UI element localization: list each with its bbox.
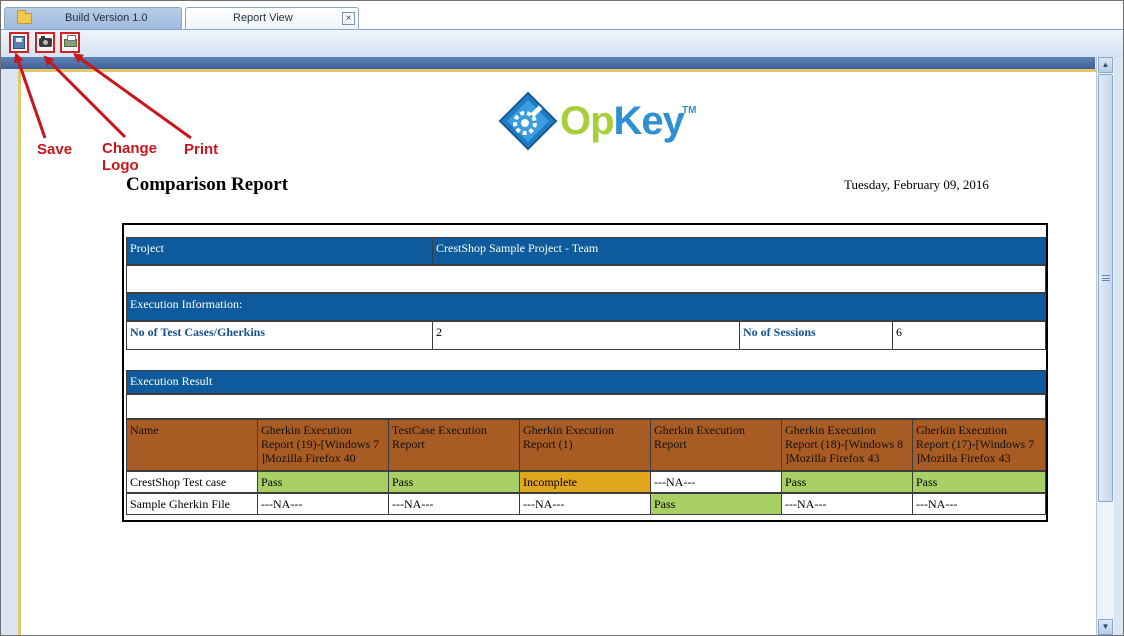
column-header: Gherkin Execution Report bbox=[650, 419, 782, 471]
tab-report-view[interactable]: Report View × bbox=[185, 7, 359, 29]
change-logo-annotation: Change Logo bbox=[102, 140, 157, 174]
result-header-row: Name Gherkin Execution Report (19)-[Wind… bbox=[126, 419, 1046, 471]
result-cell: ---NA--- bbox=[388, 493, 520, 515]
floppy-disk-icon bbox=[13, 36, 25, 49]
result-cell: Incomplete bbox=[519, 471, 651, 493]
change-logo-annotation-line2: Logo bbox=[102, 157, 139, 174]
scrollbar-thumb[interactable] bbox=[1098, 74, 1113, 502]
logo-trademark: TM bbox=[682, 105, 697, 116]
execution-info-row: Execution Information: bbox=[126, 293, 1046, 321]
opkey-logo: OpKey TM bbox=[498, 91, 708, 155]
column-header: Name bbox=[126, 419, 258, 471]
change-logo-annotation-line1: Change bbox=[102, 140, 158, 157]
logo-wordmark: OpKey bbox=[560, 99, 685, 143]
sessions-value: 6 bbox=[892, 321, 1046, 350]
sessions-label: No of Sessions bbox=[739, 321, 893, 350]
column-header: Gherkin Execution Report (17)-[Windows 7… bbox=[912, 419, 1046, 471]
column-header: Gherkin Execution Report (1) bbox=[519, 419, 651, 471]
scroll-down-icon[interactable]: ▼ bbox=[1098, 619, 1113, 635]
change-logo-button[interactable] bbox=[35, 32, 55, 53]
execution-result-label: Execution Result bbox=[126, 370, 1046, 394]
test-cases-value: 2 bbox=[432, 321, 740, 350]
result-cell: ---NA--- bbox=[519, 493, 651, 515]
tab-build-version[interactable]: Build Version 1.0 bbox=[4, 7, 182, 29]
execution-info-label: Execution Information: bbox=[126, 293, 1046, 321]
save-annotation: Save bbox=[37, 141, 73, 158]
gear-key-icon bbox=[498, 91, 558, 151]
result-cell: Pass bbox=[912, 471, 1046, 493]
column-header: Gherkin Execution Report (19)-[Windows 7… bbox=[257, 419, 389, 471]
result-cell: ---NA--- bbox=[781, 493, 913, 515]
print-button[interactable] bbox=[60, 32, 80, 53]
tab-report-view-label: Report View bbox=[233, 12, 293, 24]
spacer-row bbox=[126, 265, 1046, 293]
comparison-report-table: Project CrestShop Sample Project - Team … bbox=[122, 223, 1048, 522]
table-row: Sample Gherkin File ---NA--- ---NA--- --… bbox=[126, 493, 1046, 515]
test-cases-label: No of Test Cases/Gherkins bbox=[126, 321, 433, 350]
column-header: TestCase Execution Report bbox=[388, 419, 520, 471]
result-cell: CrestShop Test case bbox=[126, 471, 258, 493]
result-cell: ---NA--- bbox=[257, 493, 389, 515]
result-cell: Pass bbox=[781, 471, 913, 493]
project-value: CrestShop Sample Project - Team bbox=[432, 237, 1046, 265]
table-row: CrestShop Test case Pass Pass Incomplete… bbox=[126, 471, 1046, 493]
vertical-scrollbar[interactable]: ▲ ▼ bbox=[1096, 57, 1114, 635]
scrollbar-grip-icon bbox=[1102, 275, 1110, 281]
project-row: Project CrestShop Sample Project - Team bbox=[126, 237, 1046, 265]
tab-bar: Build Version 1.0 Report View × bbox=[1, 1, 1123, 29]
result-cell: Sample Gherkin File bbox=[126, 493, 258, 515]
result-cell: ---NA--- bbox=[650, 471, 782, 493]
result-cell: ---NA--- bbox=[912, 493, 1046, 515]
report-window: Build Version 1.0 Report View × ▲ ▼ OpKe… bbox=[0, 0, 1124, 636]
scroll-up-icon[interactable]: ▲ bbox=[1098, 57, 1113, 73]
toolbar bbox=[1, 29, 1123, 57]
project-label: Project bbox=[126, 237, 433, 265]
folder-icon bbox=[17, 10, 32, 24]
spacer-row bbox=[126, 394, 1046, 419]
save-button[interactable] bbox=[9, 32, 29, 53]
report-title: Comparison Report bbox=[126, 174, 289, 195]
report-date: Tuesday, February 09, 2016 bbox=[844, 177, 989, 192]
toolbar-divider bbox=[1, 57, 1095, 69]
printer-icon bbox=[64, 35, 77, 47]
result-cell: Pass bbox=[388, 471, 520, 493]
camera-icon bbox=[39, 36, 52, 47]
column-header: Gherkin Execution Report (18)-[Windows 8… bbox=[781, 419, 913, 471]
tab-build-version-label: Build Version 1.0 bbox=[65, 12, 148, 24]
result-cell: Pass bbox=[257, 471, 389, 493]
counts-row: No of Test Cases/Gherkins 2 No of Sessio… bbox=[126, 321, 1046, 350]
execution-result-row: Execution Result bbox=[126, 370, 1046, 394]
close-icon[interactable]: × bbox=[342, 12, 355, 25]
result-cell: Pass bbox=[650, 493, 782, 515]
print-annotation: Print bbox=[184, 141, 219, 158]
